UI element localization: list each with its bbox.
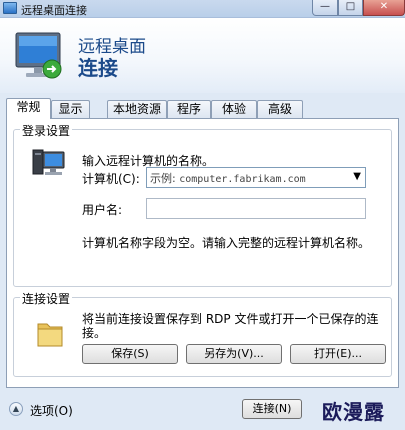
- folder-icon: [37, 323, 63, 347]
- connection-desc-line1: 将当前连接设置保存到 RDP 文件或打开一个已保存的连: [82, 312, 379, 326]
- computer-combobox[interactable]: 示例: computer.fabrikam.com ▼: [146, 167, 366, 188]
- remote-desktop-icon: [15, 32, 62, 79]
- computer-icon: [32, 149, 65, 175]
- save-button[interactable]: 保存(S): [82, 344, 178, 364]
- connect-button[interactable]: 连接(N): [242, 399, 302, 419]
- window-title: 远程桌面连接: [21, 4, 87, 17]
- minimize-button[interactable]: —: [312, 0, 338, 16]
- connection-desc-line2: 接。: [82, 326, 107, 340]
- chevron-down-icon[interactable]: ▼: [353, 171, 361, 182]
- tab-local-resources[interactable]: 本地资源: [107, 100, 167, 118]
- dialog-footer: ▲ 选项(O) 连接(N) 欧漫露: [0, 388, 405, 430]
- computer-placeholder-prefix: 示例:: [150, 172, 176, 185]
- save-as-button[interactable]: 另存为(V)...: [186, 344, 282, 364]
- maximize-button[interactable]: □: [338, 0, 363, 16]
- connection-settings-title: 连接设置: [20, 290, 73, 307]
- open-button[interactable]: 打开(E)...: [290, 344, 386, 364]
- computer-name-empty-note: 计算机名称字段为空。请输入完整的远程计算机名称。: [82, 236, 371, 250]
- close-button[interactable]: ✕: [363, 0, 405, 16]
- login-settings-group: 登录设置 输入远程计算机的名称。 计算机(C): 示例: computer.fa…: [13, 122, 392, 287]
- tab-display[interactable]: 显示: [51, 100, 90, 118]
- banner-title-line2: 连接: [78, 56, 118, 80]
- remote-desktop-icon: [3, 2, 17, 14]
- options-toggle[interactable]: 选项(O): [30, 402, 73, 419]
- tab-programs[interactable]: 程序: [167, 100, 211, 118]
- computer-placeholder-value: computer.fabrikam.com: [179, 174, 306, 185]
- tab-advanced[interactable]: 高级: [257, 100, 303, 118]
- watermark: 欧漫露: [322, 400, 385, 424]
- username-label: 用户名:: [82, 203, 123, 217]
- banner: 远程桌面 连接: [0, 18, 405, 93]
- username-field[interactable]: [146, 198, 366, 219]
- chevron-up-icon[interactable]: ▲: [9, 402, 23, 416]
- general-tab-panel: 登录设置 输入远程计算机的名称。 计算机(C): 示例: computer.fa…: [6, 118, 399, 388]
- tab-experience[interactable]: 体验: [211, 100, 257, 118]
- title-bar: 远程桌面连接 — □ ✕: [0, 0, 405, 18]
- connection-settings-group: 连接设置 将当前连接设置保存到 RDP 文件或打开一个已保存的连 接。 保存(S…: [13, 290, 392, 377]
- computer-label: 计算机(C):: [82, 172, 140, 186]
- tab-general[interactable]: 常规: [6, 98, 51, 119]
- login-settings-title: 登录设置: [20, 122, 73, 139]
